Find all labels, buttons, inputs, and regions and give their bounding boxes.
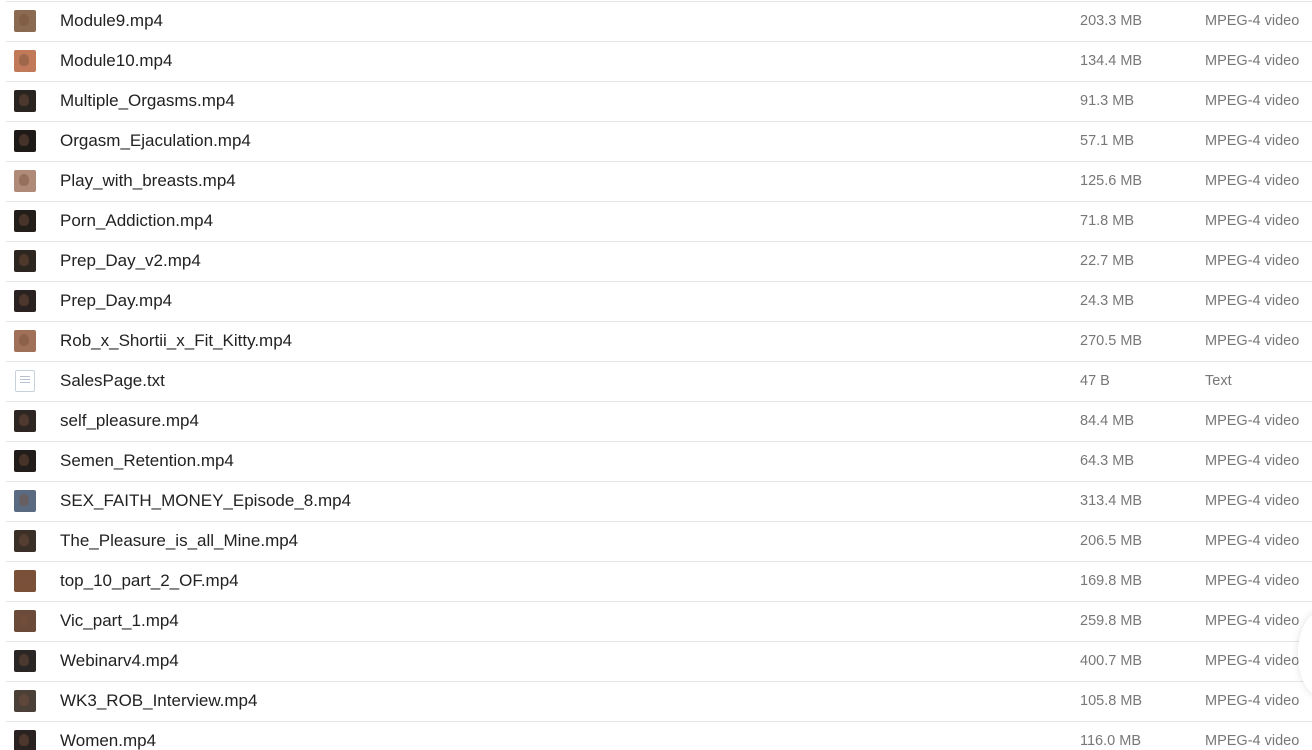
file-row[interactable]: Porn_Addiction.mp4 71.8 MB MPEG-4 video [6,201,1312,241]
file-type: MPEG-4 video [1205,653,1300,669]
video-thumbnail-icon [14,490,36,512]
file-name[interactable]: Play_with_breasts.mp4 [60,162,236,200]
file-name[interactable]: Semen_Retention.mp4 [60,442,234,480]
file-name[interactable]: Module10.mp4 [60,42,172,80]
file-type: MPEG-4 video [1205,133,1300,149]
file-row[interactable]: Prep_Day_v2.mp4 22.7 MB MPEG-4 video [6,241,1312,281]
file-type: MPEG-4 video [1205,693,1300,709]
file-name[interactable]: WK3_ROB_Interview.mp4 [60,682,257,720]
video-thumbnail-icon [14,730,36,750]
file-name[interactable]: Prep_Day_v2.mp4 [60,242,201,280]
file-size: 206.5 MB [1080,533,1143,549]
file-row[interactable]: Multiple_Orgasms.mp4 91.3 MB MPEG-4 video [6,81,1312,121]
video-thumbnail-icon [14,250,36,272]
file-size: 125.6 MB [1080,173,1143,189]
file-type: MPEG-4 video [1205,253,1300,269]
file-size: 47 B [1080,373,1110,389]
file-row[interactable]: WK3_ROB_Interview.mp4 105.8 MB MPEG-4 vide… [6,681,1312,721]
file-name[interactable]: self_pleasure.mp4 [60,402,199,440]
file-name[interactable]: top_10_part_2_OF.mp4 [60,562,239,600]
file-type: MPEG-4 video [1205,413,1300,429]
file-row[interactable]: top_10_part_2_OF.mp4 169.8 MB MPEG-4 video [6,561,1312,601]
video-thumbnail-icon [14,330,36,352]
file-name[interactable]: SalesPage.txt [60,362,165,400]
video-thumbnail-icon [14,530,36,552]
video-thumbnail-icon [14,130,36,152]
file-name[interactable]: SEX_FAITH_MONEY_Episode_8.mp4 [60,482,351,520]
video-thumbnail-icon [14,90,36,112]
file-size: 105.8 MB [1080,693,1143,709]
file-type: MPEG-4 video [1205,173,1300,189]
file-type: MPEG-4 video [1205,293,1300,309]
video-thumbnail-icon [14,690,36,712]
file-name[interactable]: Women.mp4 [60,722,156,750]
file-row[interactable]: Module9.mp4 203.3 MB MPEG-4 video [6,1,1312,41]
video-thumbnail-icon [14,50,36,72]
file-list: Module9.mp4 203.3 MB MPEG-4 video Module10.… [0,0,1312,750]
file-size: 91.3 MB [1080,93,1134,109]
file-name[interactable]: The_Pleasure_is_all_Mine.mp4 [60,522,298,560]
file-type: MPEG-4 video [1205,493,1300,509]
file-size: 203.3 MB [1080,13,1143,29]
file-name[interactable]: Porn_Addiction.mp4 [60,202,213,240]
file-row[interactable]: Semen_Retention.mp4 64.3 MB MPEG-4 video [6,441,1312,481]
video-thumbnail-icon [14,170,36,192]
file-size: 22.7 MB [1080,253,1134,269]
file-size: 313.4 MB [1080,493,1143,509]
file-size: 400.7 MB [1080,653,1143,669]
file-size: 116.0 MB [1080,733,1141,749]
file-size: 169.8 MB [1080,573,1143,589]
file-size: 84.4 MB [1080,413,1134,429]
video-thumbnail-icon [14,450,36,472]
video-thumbnail-icon [14,570,36,592]
video-thumbnail-icon [14,290,36,312]
file-row[interactable]: Prep_Day.mp4 24.3 MB MPEG-4 video [6,281,1312,321]
file-type: MPEG-4 video [1205,13,1300,29]
video-thumbnail-icon [14,410,36,432]
file-row[interactable]: self_pleasure.mp4 84.4 MB MPEG-4 video [6,401,1312,441]
file-row[interactable]: Play_with_breasts.mp4 125.6 MB MPEG-4 vide… [6,161,1312,201]
file-name[interactable]: Vic_part_1.mp4 [60,602,179,640]
file-name[interactable]: Webinarv4.mp4 [60,642,179,680]
file-name[interactable]: Multiple_Orgasms.mp4 [60,82,235,120]
file-row[interactable]: Women.mp4 116.0 MB MPEG-4 video [6,721,1312,750]
file-name[interactable]: Prep_Day.mp4 [60,282,172,320]
file-row[interactable]: SEX_FAITH_MONEY_Episode_8.mp4 313.4 MB MPE… [6,481,1312,521]
file-type: Text [1205,373,1232,389]
video-thumbnail-icon [14,650,36,672]
file-type: MPEG-4 video [1205,573,1300,589]
file-size: 259.8 MB [1080,613,1143,629]
file-size: 24.3 MB [1080,293,1134,309]
file-size: 57.1 MB [1080,133,1134,149]
file-type: MPEG-4 video [1205,213,1300,229]
file-size: 64.3 MB [1080,453,1134,469]
video-thumbnail-icon [14,10,36,32]
file-row[interactable]: SalesPage.txt 47 B Text [6,361,1312,401]
text-file-icon [15,370,35,392]
file-name[interactable]: Module9.mp4 [60,2,163,40]
file-name[interactable]: Orgasm_Ejaculation.mp4 [60,122,251,160]
file-type: MPEG-4 video [1205,533,1300,549]
file-type: MPEG-4 video [1205,93,1300,109]
file-type: MPEG-4 video [1205,53,1300,69]
file-row[interactable]: Orgasm_Ejaculation.mp4 57.1 MB MPEG-4 vide… [6,121,1312,161]
file-type: MPEG-4 video [1205,733,1300,749]
video-thumbnail-icon [14,210,36,232]
file-row[interactable]: The_Pleasure_is_all_Mine.mp4 206.5 MB MPEG… [6,521,1312,561]
file-row[interactable]: Module10.mp4 134.4 MB MPEG-4 video [6,41,1312,81]
file-type: MPEG-4 video [1205,453,1300,469]
file-size: 71.8 MB [1080,213,1134,229]
file-size: 270.5 MB [1080,333,1143,349]
file-row[interactable]: Webinarv4.mp4 400.7 MB MPEG-4 video [6,641,1312,681]
file-type: MPEG-4 video [1205,333,1300,349]
file-row[interactable]: Rob_x_Shortii_x_Fit_Kitty.mp4 270.5 MB MPE… [6,321,1312,361]
video-thumbnail-icon [14,610,36,632]
file-name[interactable]: Rob_x_Shortii_x_Fit_Kitty.mp4 [60,322,292,360]
file-row[interactable]: Vic_part_1.mp4 259.8 MB MPEG-4 video [6,601,1312,641]
file-type: MPEG-4 video [1205,613,1300,629]
file-size: 134.4 MB [1080,53,1143,69]
